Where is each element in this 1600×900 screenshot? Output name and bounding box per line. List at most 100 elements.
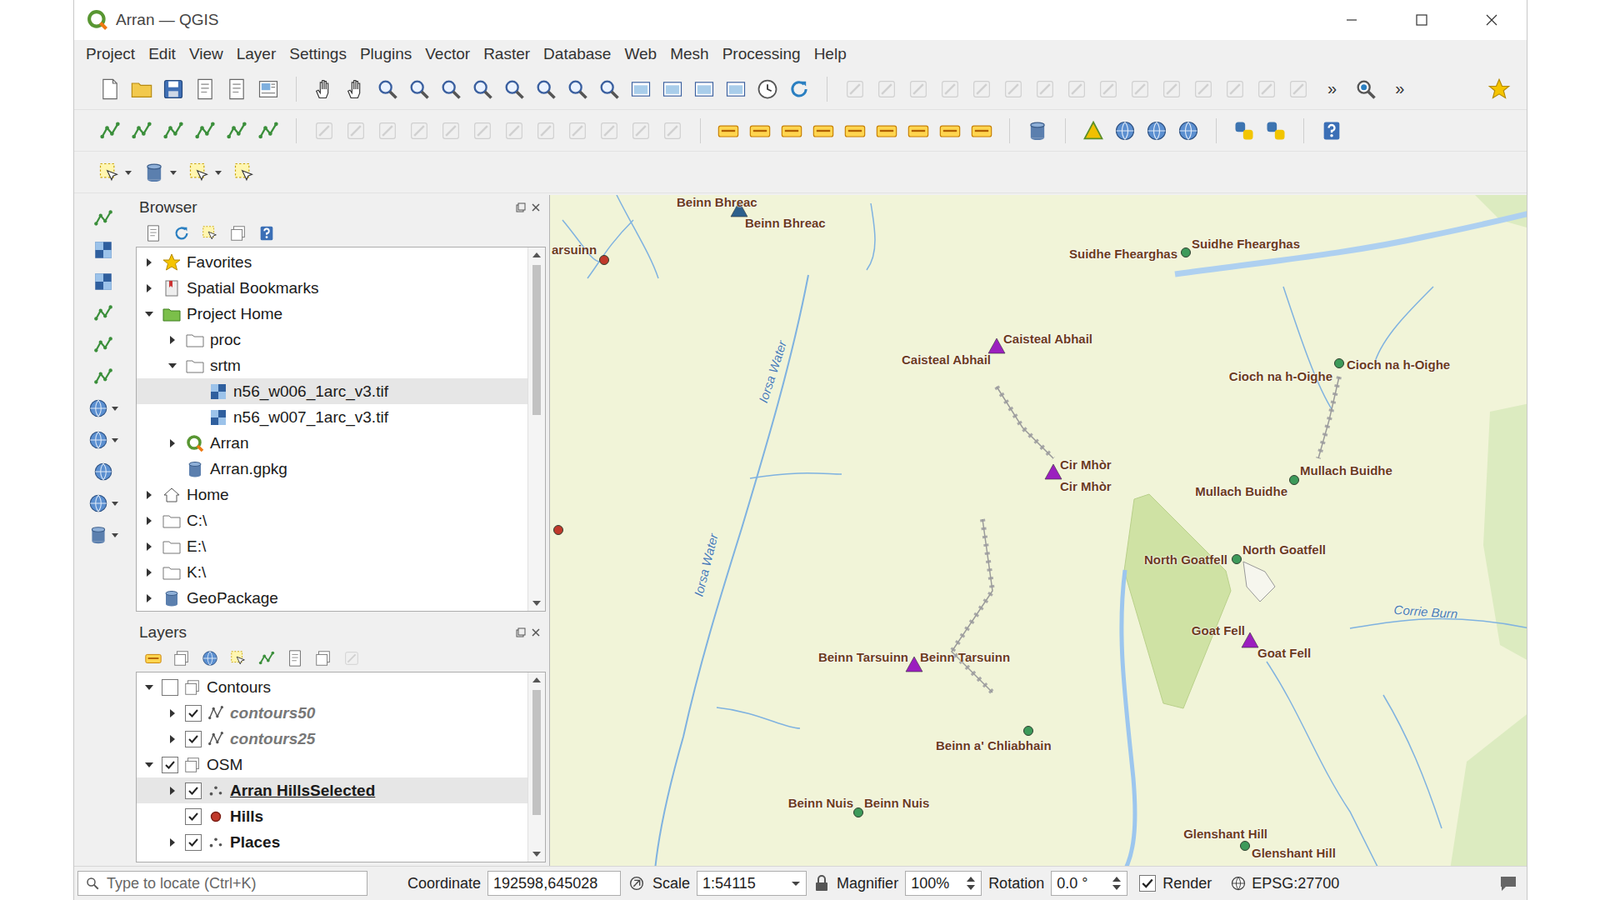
expand-arrow-icon[interactable] [144,490,155,500]
toolbar-button[interactable] [1315,115,1348,147]
minimize-button[interactable] [1316,0,1387,40]
browser-item[interactable]: n56_w007_1arc_v3.tif [136,404,528,430]
toolbar-button[interactable] [340,73,372,105]
expand-arrow-icon[interactable] [167,708,178,719]
toolbar-button[interactable] [1029,73,1061,105]
layer-item[interactable]: Arran HillsSelected [136,777,528,804]
layer-item[interactable]: Hills [136,803,528,830]
map-marker[interactable] [598,254,610,266]
close-icon[interactable] [530,627,541,638]
layer-checkbox[interactable] [185,834,202,851]
toolbar-button[interactable] [1109,115,1141,147]
toolbar-button[interactable] [965,73,998,105]
toolbar-button[interactable] [252,73,285,105]
expand-arrow-icon[interactable] [144,682,155,693]
toolbar-button[interactable] [87,491,120,515]
browser-item[interactable]: GeoPackage [136,585,528,611]
map-marker[interactable] [552,524,565,536]
menu-item[interactable]: Web [617,43,664,65]
menu-item[interactable]: Vector [418,43,477,65]
toolbar-button[interactable] [1021,115,1054,147]
toolbar-button[interactable] [1092,73,1125,105]
menu-item[interactable]: Database [536,43,618,65]
scale-field[interactable]: 1:54115 [696,870,807,896]
toolbar-button[interactable] [1060,73,1093,105]
spin-arrows-icon[interactable] [965,874,976,893]
toolbar-button[interactable] [656,115,689,147]
toolbar-button[interactable] [87,428,120,452]
toolbar-button[interactable] [1077,115,1110,147]
expand-arrow-icon[interactable] [144,567,155,578]
layer-checkbox[interactable] [161,756,179,774]
layer-checkbox[interactable] [185,730,202,748]
close-icon[interactable] [530,202,541,213]
map-marker[interactable] [987,337,1006,355]
toolbar-button[interactable] [92,301,115,325]
expand-arrow-icon[interactable] [144,541,155,552]
expand-arrow-icon[interactable] [144,283,155,294]
toolbar-button[interactable] [87,523,120,547]
toolbar-button[interactable] [1172,115,1205,147]
toolbar-button[interactable] [625,73,657,105]
menu-item[interactable]: Help [807,43,854,65]
browser-item[interactable]: Spatial Bookmarks [136,275,528,301]
expand-arrow-icon[interactable] [167,438,178,449]
toolbar-button[interactable] [466,73,499,105]
toolbar-button[interactable] [712,115,745,147]
float-icon[interactable] [515,202,526,213]
menu-item[interactable]: Mesh [663,43,715,65]
toolbar-button[interactable] [308,73,340,105]
toolbar-button[interactable] [92,365,115,389]
browser-item[interactable]: Arran.gpkg [136,455,528,482]
toolbar-button[interactable] [125,73,158,105]
layer-item[interactable]: contours50 [136,700,528,726]
layer-item[interactable]: contours25 [136,725,528,752]
identify-button[interactable] [1350,73,1382,105]
crs-button[interactable]: EPSG:27700 [1230,875,1340,893]
locator-field[interactable]: Type to locate (Ctrl+K) [77,870,368,896]
toolbar-button[interactable] [561,73,594,105]
expand-arrow-icon[interactable] [144,593,155,604]
magnifier-field[interactable]: 100% [905,870,982,896]
menu-item[interactable]: Settings [282,43,354,65]
toolbar-button[interactable] [498,73,530,105]
map-canvas[interactable]: Iorsa WaterIorsa WaterCorrie BurnBeinn B… [549,195,1527,866]
toolbar-button[interactable] [139,156,185,189]
map-marker[interactable] [1180,246,1192,259]
browser-item[interactable]: Arran [136,430,528,456]
map-marker[interactable] [1022,725,1035,737]
render-checkbox[interactable] [1139,875,1156,892]
browser-item[interactable]: Home [136,481,528,508]
toolbar-button[interactable] [308,115,340,147]
toolbar-button[interactable] [498,115,530,147]
toolbar-button[interactable] [435,73,467,105]
toolbar-button[interactable] [997,73,1030,105]
toolbar-button[interactable] [530,73,562,105]
scrollbar[interactable] [527,247,545,611]
toolbar-button[interactable] [902,73,935,105]
menu-item[interactable]: Processing [715,43,808,65]
toolbar-button[interactable] [965,115,998,147]
toolbar-button[interactable] [229,156,263,189]
toolbar-button[interactable] [189,115,221,147]
browser-item[interactable]: srtm [136,352,528,379]
toolbar-button[interactable] [561,115,594,147]
toolbar-button[interactable] [157,115,190,147]
toolbar-overflow[interactable]: » [1314,79,1350,99]
layer-item[interactable]: OSM [136,751,528,778]
map-marker[interactable] [1230,553,1243,565]
layer-checkbox[interactable] [161,679,179,696]
toolbar-button[interactable] [1155,73,1188,105]
toolbar-button[interactable] [1228,115,1260,147]
toolbar-button[interactable] [125,115,158,147]
toolbar-button[interactable] [1140,115,1173,147]
expand-arrow-icon[interactable] [167,837,178,848]
menu-item[interactable]: View [182,43,230,65]
toolbar-button[interactable] [371,115,404,147]
toolbar-button[interactable] [157,73,190,105]
toolbar-button[interactable] [530,115,562,147]
toolbar-button[interactable] [902,115,935,147]
map-marker[interactable] [1044,463,1063,480]
toolbar-button[interactable] [189,73,221,105]
toolbar-button[interactable] [92,238,115,262]
